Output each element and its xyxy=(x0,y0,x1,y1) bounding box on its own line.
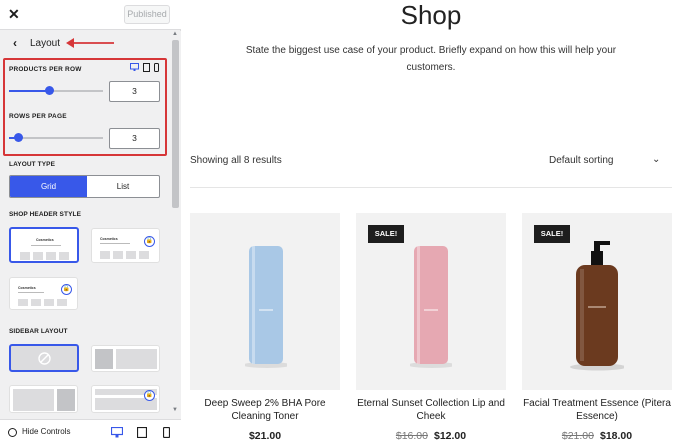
close-icon[interactable]: ✕ xyxy=(8,6,20,23)
thumb-line xyxy=(100,243,130,244)
layout-list-option[interactable]: List xyxy=(87,176,159,197)
published-button[interactable]: Published xyxy=(124,5,170,24)
tablet-icon[interactable] xyxy=(143,63,150,72)
thumb-box xyxy=(139,251,149,259)
product-current-price: $12.00 xyxy=(434,430,467,442)
sidebar-option-right[interactable] xyxy=(9,385,78,413)
scroll-down-icon[interactable]: ▼ xyxy=(172,407,178,413)
thumb-title: Cosmetics xyxy=(36,238,54,242)
thumb-box xyxy=(18,299,28,306)
product-old-price: $21.00 xyxy=(561,430,594,442)
thumb-box xyxy=(33,252,43,260)
header-style-option-1[interactable]: Cosmetics xyxy=(9,227,79,263)
header-style-option-2[interactable]: Cosmetics 🔒 xyxy=(91,228,160,263)
thumb-box xyxy=(20,252,30,260)
product-name[interactable]: Deep Sweep 2% BHA Pore Cleaning Toner xyxy=(190,397,340,423)
thumb-line xyxy=(18,292,44,293)
chevron-down-icon[interactable]: ⌄ xyxy=(652,154,660,165)
rows-per-page-label: ROWS PER PAGE xyxy=(9,113,67,120)
preview-mobile-icon[interactable] xyxy=(163,427,170,438)
red-arrow-annotation-icon xyxy=(66,38,114,48)
sidebar-option-off-canvas[interactable]: 🔒 xyxy=(91,385,160,413)
back-chevron-icon[interactable]: ‹ xyxy=(13,36,17,50)
thumb-box xyxy=(13,389,54,411)
bottle-image xyxy=(245,246,287,368)
product-price: $16.00 $12.00 xyxy=(356,430,506,442)
customizer-topbar: ✕ Published xyxy=(0,0,181,30)
lock-icon: 🔒 xyxy=(61,284,72,295)
results-count: Showing all 8 results xyxy=(190,155,282,166)
sale-badge: SALE! xyxy=(368,225,404,243)
thumb-box xyxy=(126,251,136,259)
thumb-box xyxy=(57,389,75,411)
product-image[interactable] xyxy=(190,213,340,390)
thumb-title: Cosmetics xyxy=(100,237,118,241)
hide-controls-button[interactable]: Hide Controls xyxy=(22,427,70,436)
rows-per-page-slider-knob[interactable] xyxy=(13,133,23,142)
hide-controls-icon[interactable] xyxy=(8,428,17,437)
page-title: Shop xyxy=(400,0,462,30)
layout-type-toggle: Grid List xyxy=(9,175,160,198)
sidebar-option-none[interactable] xyxy=(9,344,79,372)
scroll-up-icon[interactable]: ▲ xyxy=(172,31,178,37)
shop-preview: Shop State the biggest use case of your … xyxy=(182,0,680,444)
thumb-box xyxy=(100,251,110,259)
product-name[interactable]: Eternal Sunset Collection Lip and Cheek xyxy=(356,397,506,423)
product-price: $21.00 xyxy=(190,430,340,442)
product-name[interactable]: Facial Treatment Essence (Pitera Essence… xyxy=(522,397,672,423)
section-header: ‹ Layout xyxy=(0,31,170,57)
device-switcher xyxy=(130,63,160,73)
thumb-title: Cosmetics xyxy=(18,286,36,290)
rows-per-page-slider-track[interactable] xyxy=(9,137,103,139)
desktop-icon[interactable] xyxy=(130,63,139,72)
products-per-row-slider-knob[interactable] xyxy=(44,86,54,95)
thumb-box xyxy=(113,251,123,259)
thumb-box xyxy=(95,349,113,369)
product-old-price: $16.00 xyxy=(395,430,428,442)
bottle-image xyxy=(410,246,452,368)
product-image[interactable]: SALE! xyxy=(522,213,672,390)
section-title: Layout xyxy=(30,38,61,49)
sort-select[interactable]: Default sorting xyxy=(549,155,613,166)
customizer-footer: Hide Controls xyxy=(0,419,181,444)
products-per-row-slider-fill xyxy=(9,90,50,92)
products-per-row-input[interactable]: 3 xyxy=(109,81,160,102)
sidebar-option-left[interactable] xyxy=(91,345,160,372)
product-current-price: $21.00 xyxy=(248,430,282,442)
scrollbar-thumb[interactable] xyxy=(172,40,179,208)
pump-bottle-image xyxy=(570,241,624,371)
thumb-box xyxy=(116,349,157,369)
layout-type-label: LAYOUT TYPE xyxy=(9,161,56,168)
divider xyxy=(190,187,672,188)
product-price: $21.00 $18.00 xyxy=(522,430,672,442)
mobile-icon[interactable] xyxy=(154,63,159,72)
lock-icon: 🔒 xyxy=(144,236,155,247)
thumb-box xyxy=(57,299,67,306)
no-sidebar-icon xyxy=(38,352,51,365)
thumb-box xyxy=(46,252,56,260)
thumb-box xyxy=(59,252,69,260)
sidebar-layout-label: SIDEBAR LAYOUT xyxy=(9,328,68,335)
layout-grid-option[interactable]: Grid xyxy=(10,176,87,197)
thumb-line xyxy=(31,245,61,246)
product-image[interactable]: SALE! xyxy=(356,213,506,390)
shop-header-style-label: SHOP HEADER STYLE xyxy=(9,211,82,218)
sale-badge: SALE! xyxy=(534,225,570,243)
customizer-panel: ✕ Published ‹ Layout ▲ ▼ PRODUCTS PER RO… xyxy=(0,0,181,444)
rows-per-page-input[interactable]: 3 xyxy=(109,128,160,149)
preview-desktop-icon[interactable] xyxy=(111,427,123,438)
header-style-option-3[interactable]: Cosmetics 🔒 xyxy=(9,277,78,310)
thumb-box xyxy=(31,299,41,306)
product-current-price: $18.00 xyxy=(600,430,633,442)
products-per-row-label: PRODUCTS PER ROW xyxy=(9,66,82,73)
shop-description: State the biggest use case of your produ… xyxy=(245,45,617,73)
preview-tablet-icon[interactable] xyxy=(137,427,147,438)
thumb-box xyxy=(44,299,54,306)
lock-icon: 🔒 xyxy=(144,390,155,401)
